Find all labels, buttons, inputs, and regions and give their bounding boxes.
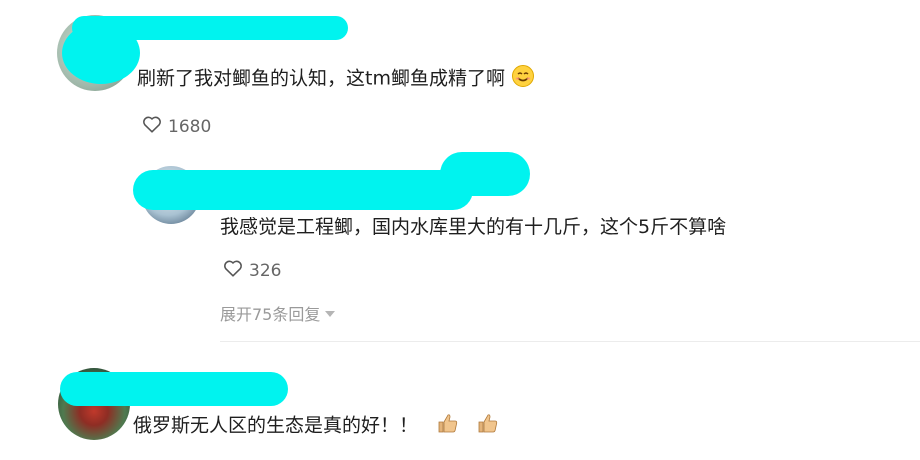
reply-text: 我感觉是工程鲫，国内水库里大的有十几斤，这个5斤不算啥 — [220, 216, 727, 238]
chevron-down-icon — [324, 304, 336, 323]
thumbs-up-icon — [476, 411, 500, 441]
expand-replies-button[interactable]: 展开75条回复 — [220, 301, 336, 325]
redacted-avatar-overlay — [62, 22, 140, 84]
heart-icon — [141, 113, 163, 140]
like-count: 1680 — [168, 116, 212, 137]
redacted-username — [60, 372, 288, 406]
comment-text: 俄罗斯无人区的生态是真的好！！ — [133, 411, 500, 441]
smile-emoji-icon — [511, 64, 535, 94]
like-button[interactable]: 326 — [222, 257, 281, 284]
expand-replies-label: 展开75条回复 — [220, 305, 321, 324]
thumbs-up-icon — [436, 411, 460, 441]
redacted-username — [133, 170, 473, 210]
like-button[interactable]: 1680 — [141, 113, 211, 140]
comment-text: 刷新了我对鲫鱼的认知，这tm鲫鱼成精了啊 — [137, 64, 535, 94]
divider — [220, 341, 920, 342]
heart-icon — [222, 257, 244, 284]
redacted-username — [440, 152, 530, 196]
like-count: 326 — [249, 260, 282, 281]
